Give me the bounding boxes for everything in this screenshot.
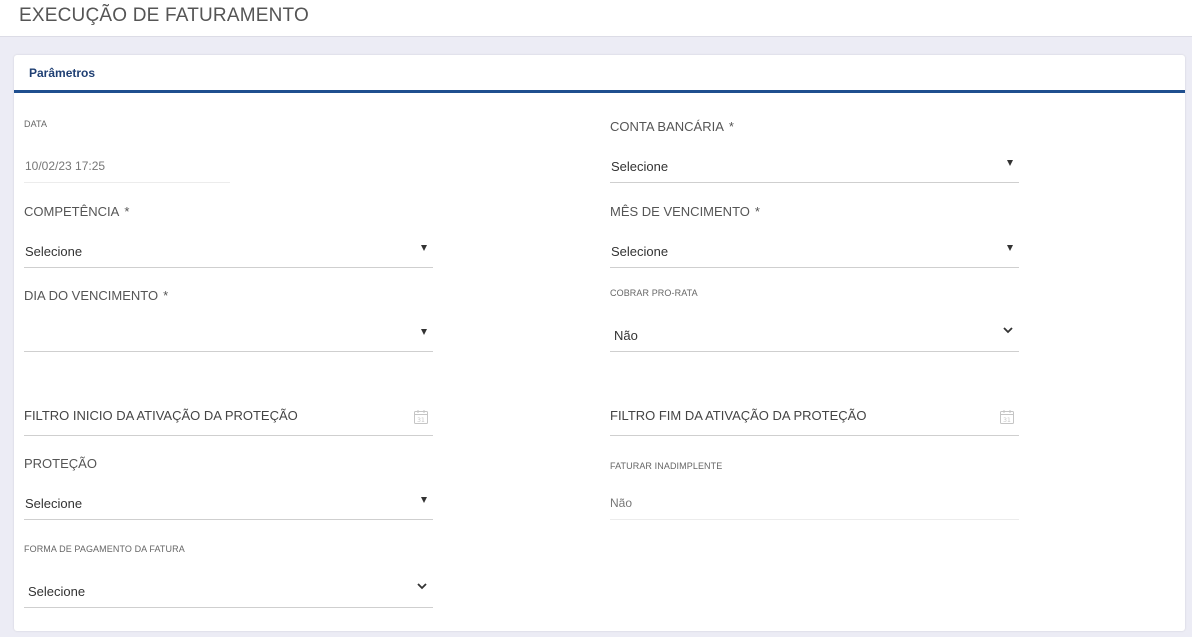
forma-pagamento-select[interactable]: Selecione <box>24 572 433 608</box>
chevron-down-icon <box>1003 327 1013 334</box>
conta-bancaria-label: CONTA BANCÁRIA * <box>610 119 734 134</box>
calendar-icon[interactable]: 31 <box>413 409 429 425</box>
conta-bancaria-select[interactable]: Selecione <box>610 147 1019 183</box>
cobrar-pro-rata-value: Não <box>614 328 638 343</box>
cobrar-pro-rata-label: COBRAR PRO-RATA <box>610 288 698 298</box>
calendar-day-text: 31 <box>1003 417 1011 424</box>
conta-bancaria-value: Selecione <box>611 159 669 174</box>
filtro-inicio-label: FILTRO INICIO DA ATIVAÇÃO DA PROTEÇÃO <box>24 408 298 423</box>
protecao-value: Selecione <box>25 496 83 511</box>
caret-down-icon <box>421 245 427 251</box>
dia-vencimento-select[interactable] <box>24 316 433 352</box>
cobrar-pro-rata-select[interactable]: Não <box>610 316 1019 352</box>
mes-vencimento-value: Selecione <box>611 244 669 259</box>
dia-vencimento-label: DIA DO VENCIMENTO * <box>24 288 168 303</box>
required-marker: * <box>124 204 130 219</box>
chevron-down-icon <box>417 583 427 590</box>
data-label: DATA <box>24 119 48 129</box>
faturar-inadimplente-field: Não <box>610 484 1019 520</box>
filtro-fim-date-input[interactable]: FILTRO FIM DA ATIVAÇÃO DA PROTEÇÃO 31 <box>610 400 1019 436</box>
calendar-icon[interactable]: 31 <box>999 409 1015 425</box>
data-field: 10/02/23 17:25 <box>24 147 230 183</box>
competencia-label: COMPETÊNCIA * <box>24 204 129 219</box>
mes-vencimento-select[interactable]: Selecione <box>610 232 1019 268</box>
protecao-select[interactable]: Selecione <box>24 484 433 520</box>
required-marker: * <box>163 288 169 303</box>
caret-down-icon <box>421 329 427 335</box>
panel-header: Parâmetros <box>14 55 1185 93</box>
competencia-value: Selecione <box>25 244 83 259</box>
faturar-inadimplente-label: FATURAR INADIMPLENTE <box>610 461 723 471</box>
protecao-label: PROTEÇÃO <box>24 456 97 471</box>
forma-pagamento-label: FORMA DE PAGAMENTO DA FATURA <box>24 544 185 554</box>
conta-bancaria-label-text: CONTA BANCÁRIA <box>610 119 724 134</box>
mes-vencimento-label-text: MÊS DE VENCIMENTO <box>610 204 750 219</box>
filtro-inicio-date-input[interactable]: FILTRO INICIO DA ATIVAÇÃO DA PROTEÇÃO 31 <box>24 400 433 436</box>
required-marker: * <box>754 204 760 219</box>
faturar-inadimplente-value: Não <box>610 496 633 510</box>
caret-down-icon <box>1007 160 1013 166</box>
competencia-label-text: COMPETÊNCIA <box>24 204 120 219</box>
caret-down-icon <box>421 497 427 503</box>
forma-pagamento-value: Selecione <box>28 584 86 599</box>
filtro-fim-label: FILTRO FIM DA ATIVAÇÃO DA PROTEÇÃO <box>610 408 867 423</box>
dia-vencimento-label-text: DIA DO VENCIMENTO <box>24 288 159 303</box>
mes-vencimento-label: MÊS DE VENCIMENTO * <box>610 204 760 219</box>
caret-down-icon <box>1007 245 1013 251</box>
competencia-select[interactable]: Selecione <box>24 232 433 268</box>
page-title: EXECUÇÃO DE FATURAMENTO <box>19 5 309 26</box>
required-marker: * <box>728 119 734 134</box>
panel-title: Parâmetros <box>29 66 96 80</box>
page-header: EXECUÇÃO DE FATURAMENTO <box>0 0 1192 37</box>
data-value: 10/02/23 17:25 <box>25 159 106 173</box>
parameters-panel: Parâmetros DATA 10/02/23 17:25 CONTA BAN… <box>14 55 1185 631</box>
calendar-day-text: 31 <box>417 417 425 424</box>
